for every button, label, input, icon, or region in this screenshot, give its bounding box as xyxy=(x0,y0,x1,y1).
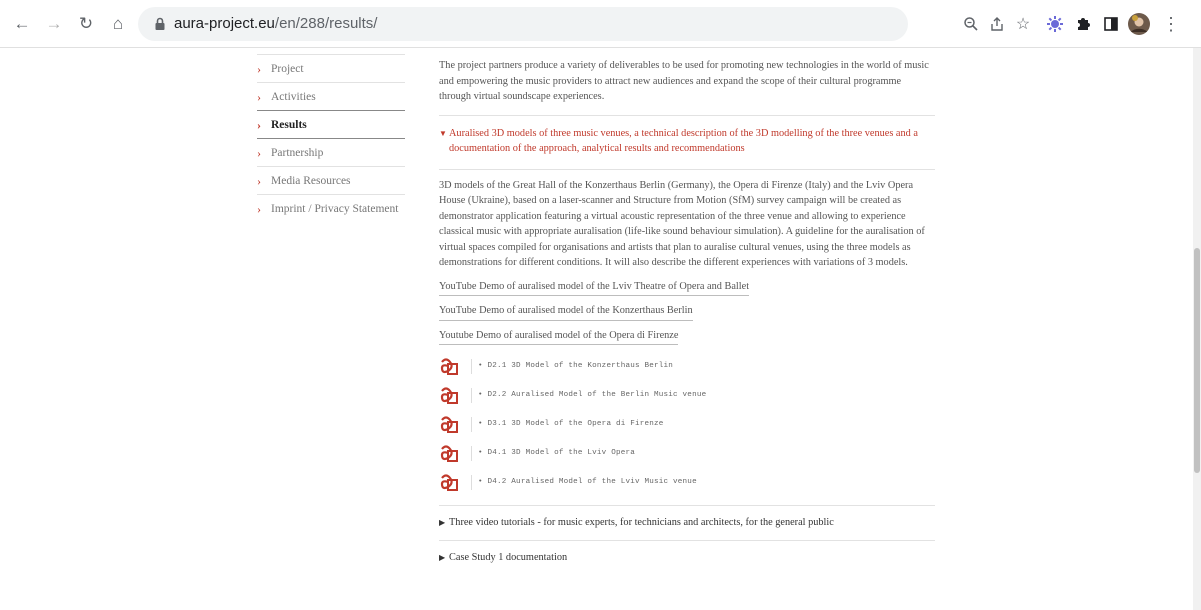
sidebar-item-results[interactable]: › Results xyxy=(257,110,405,139)
url-domain: aura-project.eu xyxy=(174,15,275,32)
accordion-title: Case Study 1 documentation xyxy=(449,551,568,563)
triangle-down-icon: ▼ xyxy=(439,128,447,138)
document-row[interactable]: • D2.1 3D Model of the Konzerthaus Berli… xyxy=(439,352,935,381)
link-text[interactable]: YouTube Demo of auralised model of the L… xyxy=(439,279,750,296)
zoom-icon[interactable] xyxy=(958,11,984,37)
accordion-header-auralised-models[interactable]: ▼ Auralised 3D models of three music ven… xyxy=(439,116,935,169)
scrollbar[interactable] xyxy=(1193,48,1201,610)
youtube-link-konzerthaus[interactable]: YouTube Demo of auralised model of the K… xyxy=(439,303,935,328)
pdf-icon xyxy=(440,357,458,375)
document-label[interactable]: • D4.1 3D Model of the Lviv Opera xyxy=(471,445,635,462)
sidebar-item-partnership[interactable]: › Partnership xyxy=(257,139,405,166)
url-text[interactable]: aura-project.eu/en/288/results/ xyxy=(174,15,377,32)
puzzle-icon[interactable] xyxy=(1070,11,1096,37)
address-bar[interactable]: aura-project.eu/en/288/results/ xyxy=(138,7,908,41)
pdf-icon xyxy=(440,473,458,491)
sidepanel-icon[interactable] xyxy=(1098,11,1124,37)
documents-list: • D2.1 3D Model of the Konzerthaus Berli… xyxy=(439,352,935,497)
sidebar-item-label: Activities xyxy=(271,91,316,103)
triangle-right-icon: ▶ xyxy=(439,552,446,562)
scroll-thumb[interactable] xyxy=(1194,248,1200,473)
sidebar-item-media-resources[interactable]: › Media Resources xyxy=(257,166,405,194)
chevron-right-icon: › xyxy=(257,146,261,160)
lock-icon[interactable] xyxy=(152,16,168,32)
url-path: /en/288/results/ xyxy=(274,15,378,32)
chevron-right-icon: › xyxy=(257,202,261,216)
accordion-header-video-tutorials[interactable]: ▶ Three video tutorials - for music expe… xyxy=(439,505,935,540)
sidebar-item-label: Media Resources xyxy=(271,175,351,187)
reload-icon[interactable]: ↻ xyxy=(74,12,98,36)
sidebar-item-imprint-privacy[interactable]: › Imprint / Privacy Statement xyxy=(257,194,405,222)
document-label[interactable]: • D2.1 3D Model of the Konzerthaus Berli… xyxy=(471,358,673,375)
browser-toolbar: ← → ↻ ⌂ aura-project.eu/en/288/results/ … xyxy=(0,0,1201,48)
sidebar-nav: › Project › Activities › Results › Partn… xyxy=(257,54,405,222)
document-label[interactable]: • D2.2 Auralised Model of the Berlin Mus… xyxy=(471,387,706,404)
triangle-right-icon: ▶ xyxy=(439,518,446,527)
pdf-icon xyxy=(440,415,458,433)
web-page: › Project › Activities › Results › Partn… xyxy=(0,48,1201,610)
star-icon[interactable]: ☆ xyxy=(1010,11,1036,37)
accordion-header-case-study-1[interactable]: ▶ Case Study 1 documentation xyxy=(439,539,935,575)
youtube-link-firenze[interactable]: Youtube Demo of auralised model of the O… xyxy=(439,328,935,353)
accordion-title: Three video tutorials - for music expert… xyxy=(449,517,834,528)
document-label[interactable]: • D4.2 Auralised Model of the Lviv Music… xyxy=(471,474,697,491)
extension-icon[interactable] xyxy=(1042,11,1068,37)
section-description: 3D models of the Great Hall of the Konze… xyxy=(439,179,925,269)
sidebar-item-label: Project xyxy=(271,63,304,75)
youtube-link-lviv[interactable]: YouTube Demo of auralised model of the L… xyxy=(439,279,935,304)
back-arrow-icon[interactable]: ← xyxy=(10,12,34,36)
share-icon[interactable] xyxy=(984,11,1010,37)
main-content: The project partners produce a variety o… xyxy=(439,58,935,574)
sidebar-item-project[interactable]: › Project xyxy=(257,54,405,82)
home-icon[interactable]: ⌂ xyxy=(106,12,130,36)
divider xyxy=(439,168,935,170)
sidebar-item-label: Results xyxy=(271,119,307,131)
chevron-right-icon: › xyxy=(257,174,261,188)
pdf-icon xyxy=(440,386,458,404)
chevron-right-icon: › xyxy=(257,62,261,76)
document-row[interactable]: • D2.2 Auralised Model of the Berlin Mus… xyxy=(439,381,935,410)
pdf-icon xyxy=(440,444,458,462)
chevron-right-icon: › xyxy=(257,118,261,132)
document-row[interactable]: • D4.2 Auralised Model of the Lviv Music… xyxy=(439,468,935,497)
chevron-right-icon: › xyxy=(257,90,261,104)
sidebar-item-label: Partnership xyxy=(271,147,324,159)
forward-arrow-icon[interactable]: → xyxy=(42,12,66,36)
menu-dots-icon[interactable]: ⋮ xyxy=(1158,11,1184,37)
document-label[interactable]: • D3.1 3D Model of the Opera di Firenze xyxy=(471,416,664,433)
profile-avatar[interactable] xyxy=(1126,11,1152,37)
accordion-title: Auralised 3D models of three music venue… xyxy=(449,127,918,155)
intro-paragraph: The project partners produce a variety o… xyxy=(439,60,929,102)
link-text[interactable]: Youtube Demo of auralised model of the O… xyxy=(439,328,679,345)
sidebar-item-label: Imprint / Privacy Statement xyxy=(271,203,399,215)
document-row[interactable]: • D4.1 3D Model of the Lviv Opera xyxy=(439,439,935,468)
sidebar-item-activities[interactable]: › Activities xyxy=(257,82,405,110)
document-row[interactable]: • D3.1 3D Model of the Opera di Firenze xyxy=(439,410,935,439)
link-text[interactable]: YouTube Demo of auralised model of the K… xyxy=(439,303,693,321)
